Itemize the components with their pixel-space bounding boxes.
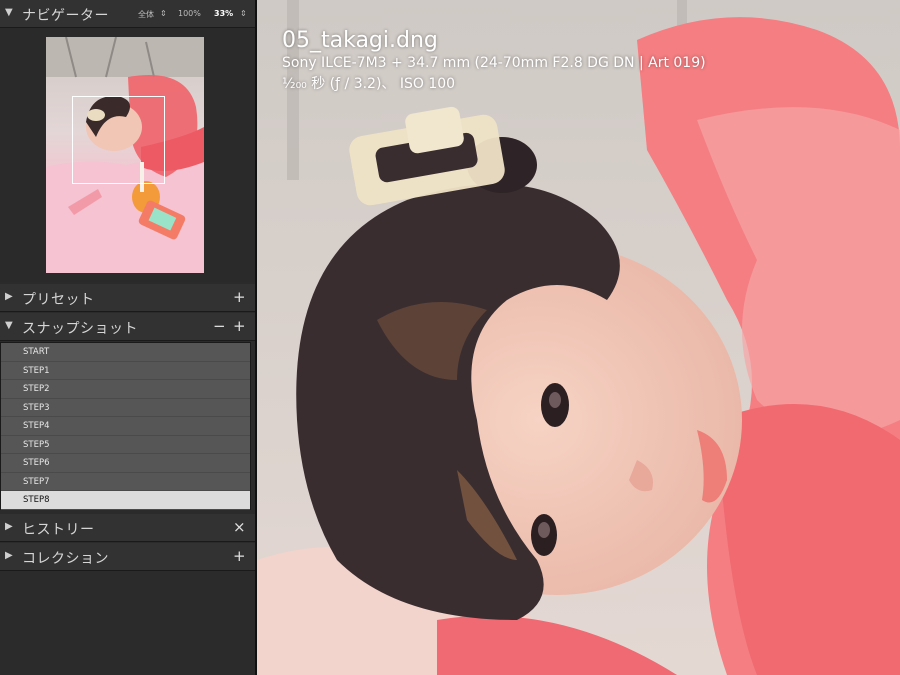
navigator-view-frame[interactable] xyxy=(72,96,165,184)
zoom-current-option[interactable]: 33% xyxy=(214,9,233,18)
list-item[interactable]: STEP6 xyxy=(1,454,250,473)
navigator-header[interactable]: ▼ ナビゲーター 全体 ⇕ 100% 33% ⇕ xyxy=(0,0,255,28)
add-preset-icon[interactable]: + xyxy=(233,288,246,306)
list-item[interactable]: STEP5 xyxy=(1,435,250,454)
list-item-selected[interactable]: STEP8 xyxy=(1,491,250,510)
expand-triangle-icon[interactable]: ▶ xyxy=(5,291,13,302)
add-collection-icon[interactable]: + xyxy=(233,547,246,565)
zoom-current-stepper-icon[interactable]: ⇕ xyxy=(240,9,247,18)
presets-header[interactable]: ▶ プリセット + xyxy=(0,284,255,312)
expand-triangle-icon[interactable]: ▶ xyxy=(5,521,13,532)
list-item[interactable]: STEP4 xyxy=(1,417,250,436)
photo-image xyxy=(257,0,900,675)
collections-header[interactable]: ▶ コレクション + xyxy=(0,543,255,571)
snapshots-title: スナップショット xyxy=(22,321,138,337)
zoom-stepper-icon[interactable]: ⇕ xyxy=(160,9,167,18)
navigator-title: ナビゲーター xyxy=(22,8,109,24)
zoom-fit-option[interactable]: 全体 xyxy=(138,9,154,20)
clear-history-icon[interactable]: × xyxy=(233,518,246,536)
collapse-triangle-icon[interactable]: ▼ xyxy=(5,320,13,331)
snapshot-list: START STEP1 STEP2 STEP3 STEP4 STEP5 STEP… xyxy=(0,342,251,510)
list-item[interactable]: START xyxy=(1,343,250,362)
list-item[interactable]: STEP1 xyxy=(1,361,250,380)
photo-camera-info: Sony ILCE-7M3 + 34.7 mm (24-70mm F2.8 DG… xyxy=(282,55,706,71)
navigator-preview-area xyxy=(0,28,255,282)
list-item[interactable]: STEP3 xyxy=(1,398,250,417)
expand-triangle-icon[interactable]: ▶ xyxy=(5,550,13,561)
main-photo-view[interactable] xyxy=(257,0,900,675)
add-snapshot-icon[interactable]: + xyxy=(233,317,246,335)
snapshots-header[interactable]: ▼ スナップショット − + xyxy=(0,313,255,341)
history-title: ヒストリー xyxy=(22,522,95,538)
list-item[interactable]: STEP7 xyxy=(1,472,250,491)
collections-title: コレクション xyxy=(22,551,109,567)
collapse-triangle-icon[interactable]: ▼ xyxy=(5,7,13,18)
list-item[interactable]: STEP2 xyxy=(1,380,250,399)
presets-title: プリセット xyxy=(22,292,95,308)
remove-snapshot-icon[interactable]: − xyxy=(213,317,226,335)
history-header[interactable]: ▶ ヒストリー × xyxy=(0,514,255,542)
photo-info-overlay: 05_takagi.dng Sony ILCE-7M3 + 34.7 mm (2… xyxy=(282,28,706,93)
left-panel: ▼ ナビゲーター 全体 ⇕ 100% 33% ⇕ ▶ プリセット + ▼ スナッ… xyxy=(0,0,257,675)
photo-exposure-info: ¹⁄₂₀₀ 秒 (ƒ / 3.2)、 ISO 100 xyxy=(282,76,456,92)
zoom-100-option[interactable]: 100% xyxy=(178,9,201,18)
photo-filename: 05_takagi.dng xyxy=(282,28,438,53)
